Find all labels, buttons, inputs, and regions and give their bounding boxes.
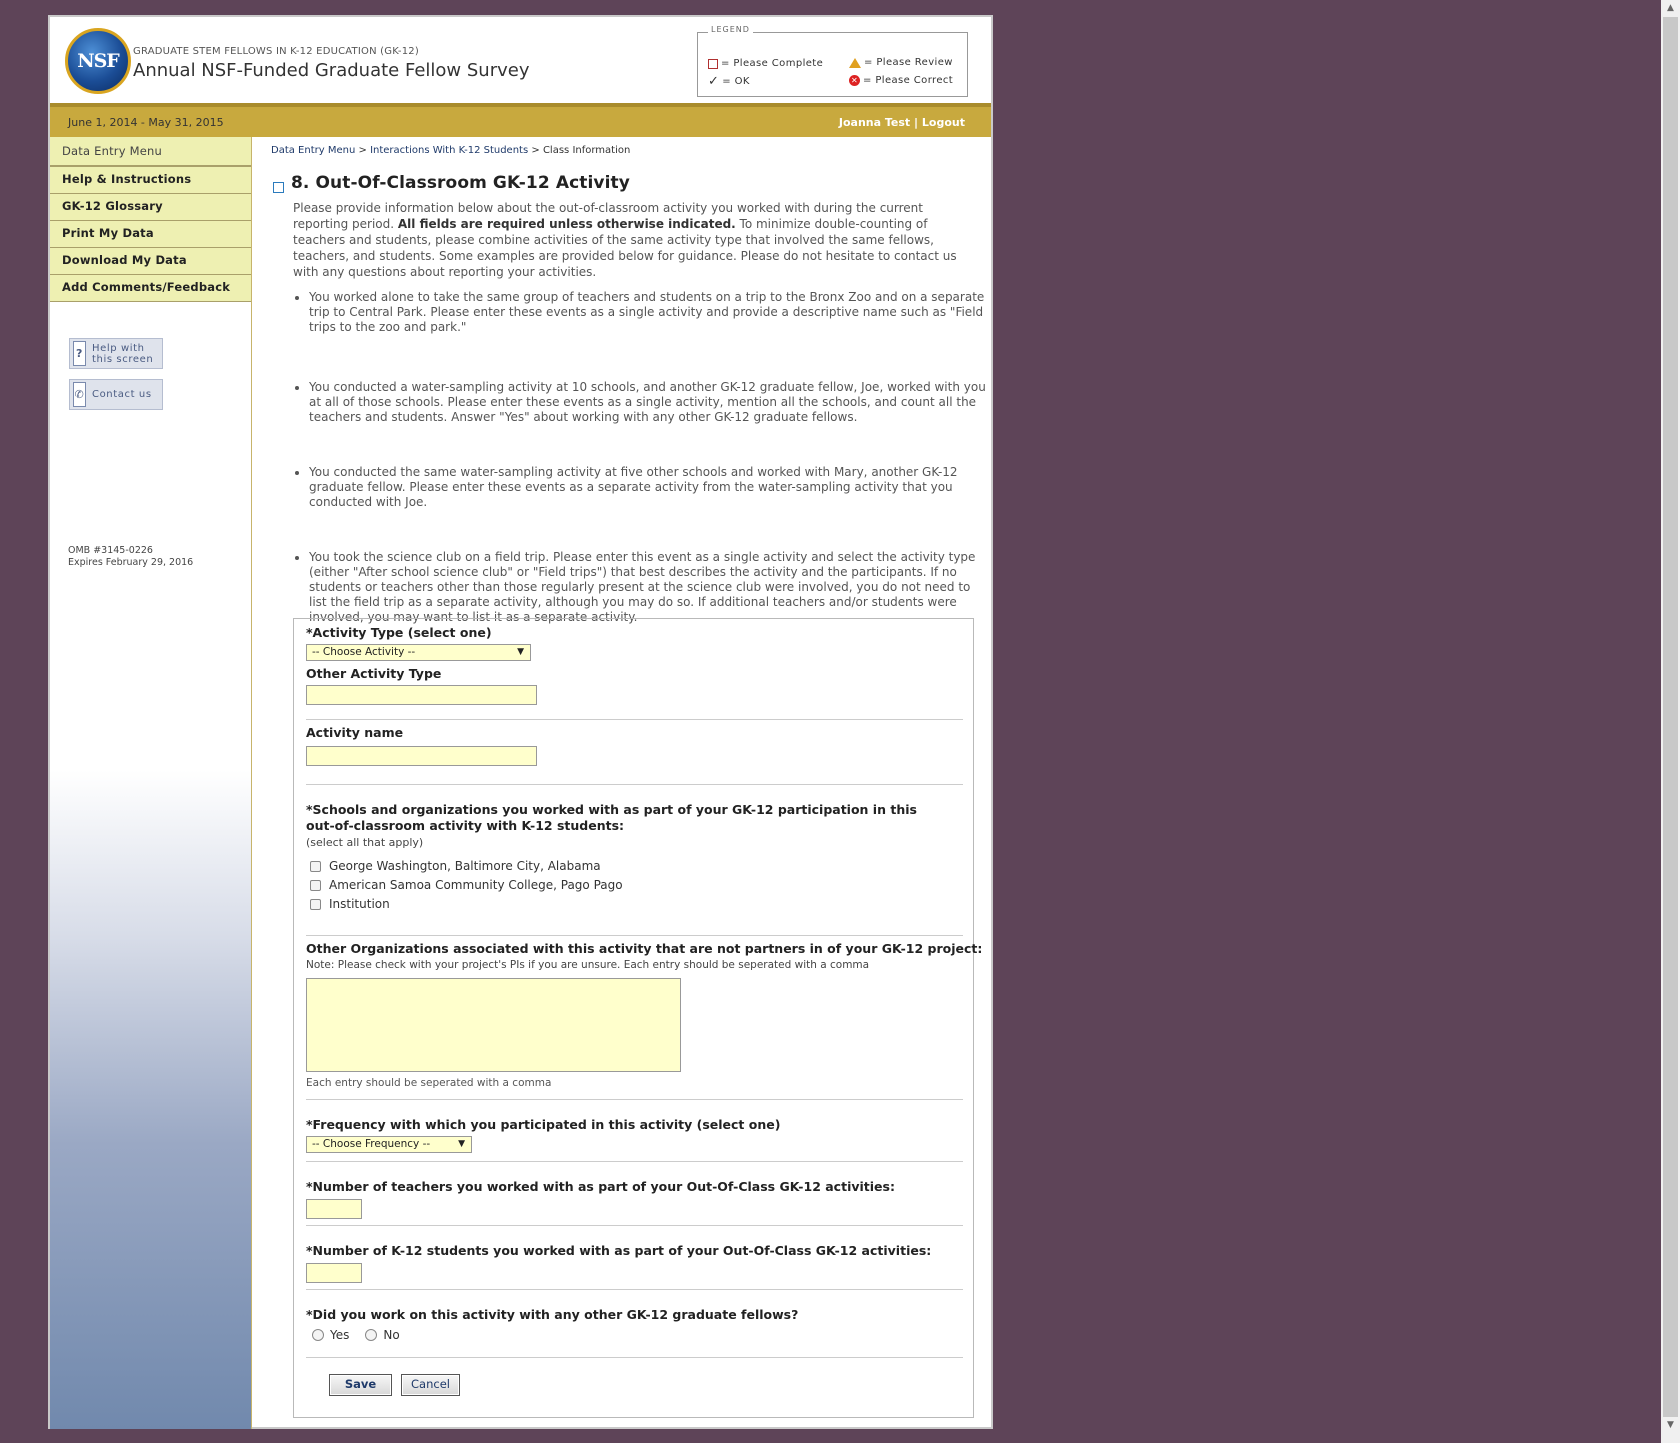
frequency-select[interactable]: -- Choose Frequency -- ▼ — [306, 1136, 472, 1153]
breadcrumb-interactions[interactable]: Interactions With K-12 Students — [370, 145, 528, 156]
list-item: You worked alone to take the same group … — [309, 290, 989, 335]
other-activity-input[interactable] — [306, 685, 537, 705]
separator — [306, 935, 963, 936]
legend-label: LEGEND — [708, 25, 753, 34]
separator — [306, 1161, 963, 1162]
logout-link[interactable]: Logout — [922, 116, 965, 129]
checkmark-icon: ✓ — [708, 73, 720, 89]
save-button[interactable]: Save — [329, 1374, 392, 1396]
separator — [306, 1289, 963, 1290]
other-orgs-textarea[interactable] — [306, 978, 681, 1072]
legend-please-complete: = Please Complete — [708, 58, 823, 69]
separator — [306, 784, 963, 785]
breadcrumb: Data Entry Menu > Interactions With K-12… — [271, 145, 631, 156]
breadcrumb-current: Class Information — [542, 145, 631, 156]
program-name: GRADUATE STEM FELLOWS IN K-12 EDUCATION … — [133, 46, 419, 57]
sidebar: Data Entry Menu Help & Instructions GK-1… — [50, 137, 252, 1429]
students-label: *Number of K-12 students you worked with… — [306, 1243, 932, 1258]
breadcrumb-data-entry-menu[interactable]: Data Entry Menu — [271, 145, 355, 156]
schools-hint: (select all that apply) — [306, 836, 424, 849]
frequency-label: *Frequency with which you participated i… — [306, 1117, 781, 1132]
list-item: You took the science club on a field tri… — [309, 550, 989, 625]
page-title: 8. Out-Of-Classroom GK-12 Activity — [291, 173, 630, 193]
students-count-input[interactable] — [306, 1263, 362, 1283]
other-activity-label: Other Activity Type — [306, 666, 442, 681]
incomplete-square-icon — [708, 58, 718, 69]
yes-radio[interactable] — [312, 1329, 324, 1341]
sidebar-item-download-data[interactable]: Download My Data — [50, 248, 251, 275]
cancel-button[interactable]: Cancel — [401, 1374, 460, 1396]
sidebar-item-add-comments[interactable]: Add Comments/Feedback — [50, 275, 251, 302]
question-icon: ? — [73, 341, 86, 366]
no-radio[interactable] — [365, 1329, 378, 1341]
no-label: No — [383, 1328, 400, 1342]
legend: LEGEND = Please Complete = Please Review… — [697, 25, 968, 97]
dropdown-arrow-icon: ▼ — [458, 1139, 465, 1149]
page-frame: NSF GRADUATE STEM FELLOWS IN K-12 EDUCAT… — [48, 15, 993, 1429]
sidebar-item-help-instructions[interactable]: Help & Instructions — [50, 167, 251, 194]
other-orgs-label: Other Organizations associated with this… — [306, 941, 983, 956]
user-links: Joanna Test | Logout — [839, 116, 965, 129]
other-orgs-note: Note: Please check with your project's P… — [306, 959, 870, 971]
reporting-period: June 1, 2014 - May 31, 2015 — [68, 115, 224, 129]
legend-ok: ✓ = OK — [708, 73, 750, 89]
separator — [306, 719, 963, 720]
scroll-up-icon[interactable]: ▲ — [1661, 0, 1680, 17]
logo-text: NSF — [77, 50, 120, 72]
scrollbar-thumb[interactable] — [1663, 17, 1678, 1417]
activity-type-select[interactable]: -- Choose Activity -- ▼ — [306, 644, 531, 661]
legend-please-correct: ✕ = Please Correct — [849, 75, 954, 86]
teachers-label: *Number of teachers you worked with as p… — [306, 1179, 895, 1194]
teachers-count-input[interactable] — [306, 1199, 362, 1219]
sidebar-item-print-data[interactable]: Print My Data — [50, 221, 251, 248]
activity-name-label: Activity name — [306, 725, 404, 740]
user-name-link[interactable]: Joanna Test — [839, 116, 910, 129]
intro-text: Please provide information below about t… — [293, 201, 957, 279]
activity-type-label: *Activity Type (select one) — [306, 625, 492, 640]
schools-label-line-1: *Schools and organizations you worked wi… — [306, 802, 917, 817]
omb-info: OMB #3145-0226 Expires February 29, 2016 — [68, 545, 193, 569]
activity-form: *Activity Type (select one) -- Choose Ac… — [293, 618, 982, 1418]
separator — [306, 1099, 963, 1100]
separator — [306, 1357, 963, 1358]
contact-us-button[interactable]: ✆ Contact us — [69, 379, 163, 410]
legend-please-review: = Please Review — [849, 57, 953, 68]
status-square-icon — [273, 182, 284, 193]
activity-name-input[interactable] — [306, 746, 537, 766]
user-link-separator: | — [914, 115, 919, 129]
other-orgs-help: Each entry should be seperated with a co… — [306, 1077, 552, 1089]
school-checkbox-row[interactable]: George Washington, Baltimore City, Alaba… — [310, 859, 601, 873]
warning-triangle-icon — [849, 57, 861, 68]
school-checkbox-row[interactable]: Institution — [310, 897, 390, 911]
school-checkbox[interactable] — [310, 860, 321, 872]
schools-label-line-2: out-of-classroom activity with K-12 stud… — [306, 818, 625, 833]
help-screen-button[interactable]: ? Help with this screen — [69, 338, 163, 369]
phone-icon: ✆ — [73, 382, 86, 407]
nsf-logo: NSF — [65, 28, 131, 94]
scrollbar[interactable]: ▲ ▼ — [1661, 0, 1680, 1443]
school-checkbox[interactable] — [310, 898, 321, 910]
omb-number: OMB #3145-0226 — [68, 545, 153, 556]
error-x-icon: ✕ — [849, 75, 860, 86]
omb-expiration: Expires February 29, 2016 — [68, 557, 194, 568]
survey-title: Annual NSF-Funded Graduate Fellow Survey — [133, 60, 530, 81]
school-checkbox-row[interactable]: American Samoa Community College, Pago P… — [310, 878, 623, 892]
sidebar-item-data-entry-menu[interactable]: Data Entry Menu — [50, 137, 251, 167]
status-bar: June 1, 2014 - May 31, 2015 Joanna Test … — [50, 103, 991, 137]
scroll-down-icon[interactable]: ▼ — [1661, 1417, 1680, 1434]
list-item: You conducted the same water-sampling ac… — [309, 465, 989, 510]
fellows-radio-group: Yes No — [312, 1328, 400, 1342]
list-item: You conducted a water-sampling activity … — [309, 380, 989, 425]
yes-label: Yes — [330, 1328, 350, 1342]
separator — [306, 1225, 963, 1226]
school-checkbox[interactable] — [310, 879, 321, 891]
fellows-label: *Did you work on this activity with any … — [306, 1307, 799, 1322]
sidebar-item-glossary[interactable]: GK-12 Glossary — [50, 194, 251, 221]
example-list: You worked alone to take the same group … — [293, 290, 989, 625]
dropdown-arrow-icon: ▼ — [517, 647, 524, 657]
